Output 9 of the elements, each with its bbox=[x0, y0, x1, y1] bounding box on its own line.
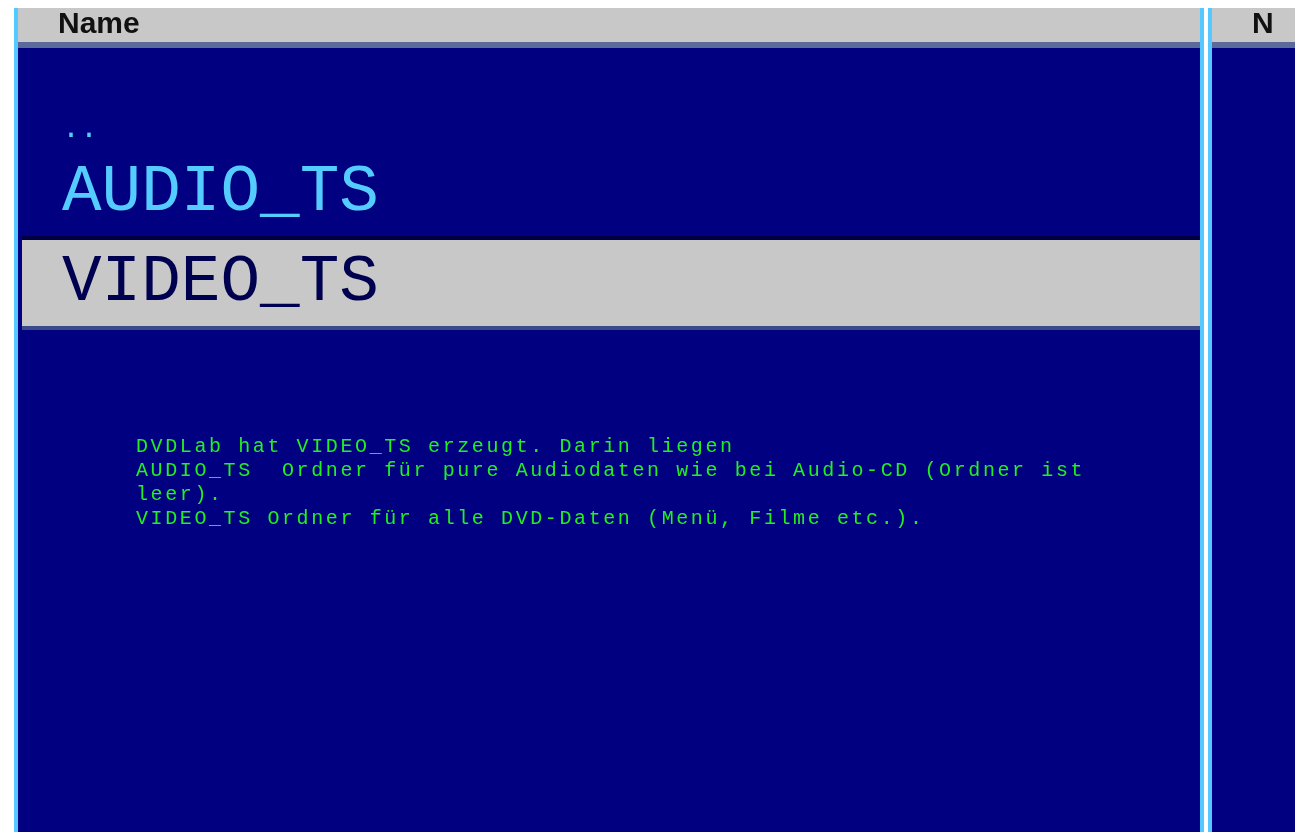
note-text: leer). bbox=[136, 482, 224, 507]
note-text: AUDIO_TS Ordner für pure Audiodaten wie bei Audio-CD (Ordner ist bbox=[136, 458, 1086, 483]
column-header[interactable]: Name bbox=[18, 8, 1200, 48]
file-row[interactable]: .. bbox=[18, 108, 1200, 150]
selected-file-row[interactable]: VIDEO_TS bbox=[22, 235, 1200, 330]
note-text: VIDEO_TS Ordner für alle DVD-Daten (Menü, Filme etc.). bbox=[136, 506, 925, 531]
file-row[interactable]: AUDIO_TS bbox=[18, 150, 1200, 236]
column-header[interactable]: N bbox=[1212, 8, 1295, 48]
note-text: DVDLab hat VIDEO_TS erzeugt. Darin liegen bbox=[136, 434, 735, 459]
